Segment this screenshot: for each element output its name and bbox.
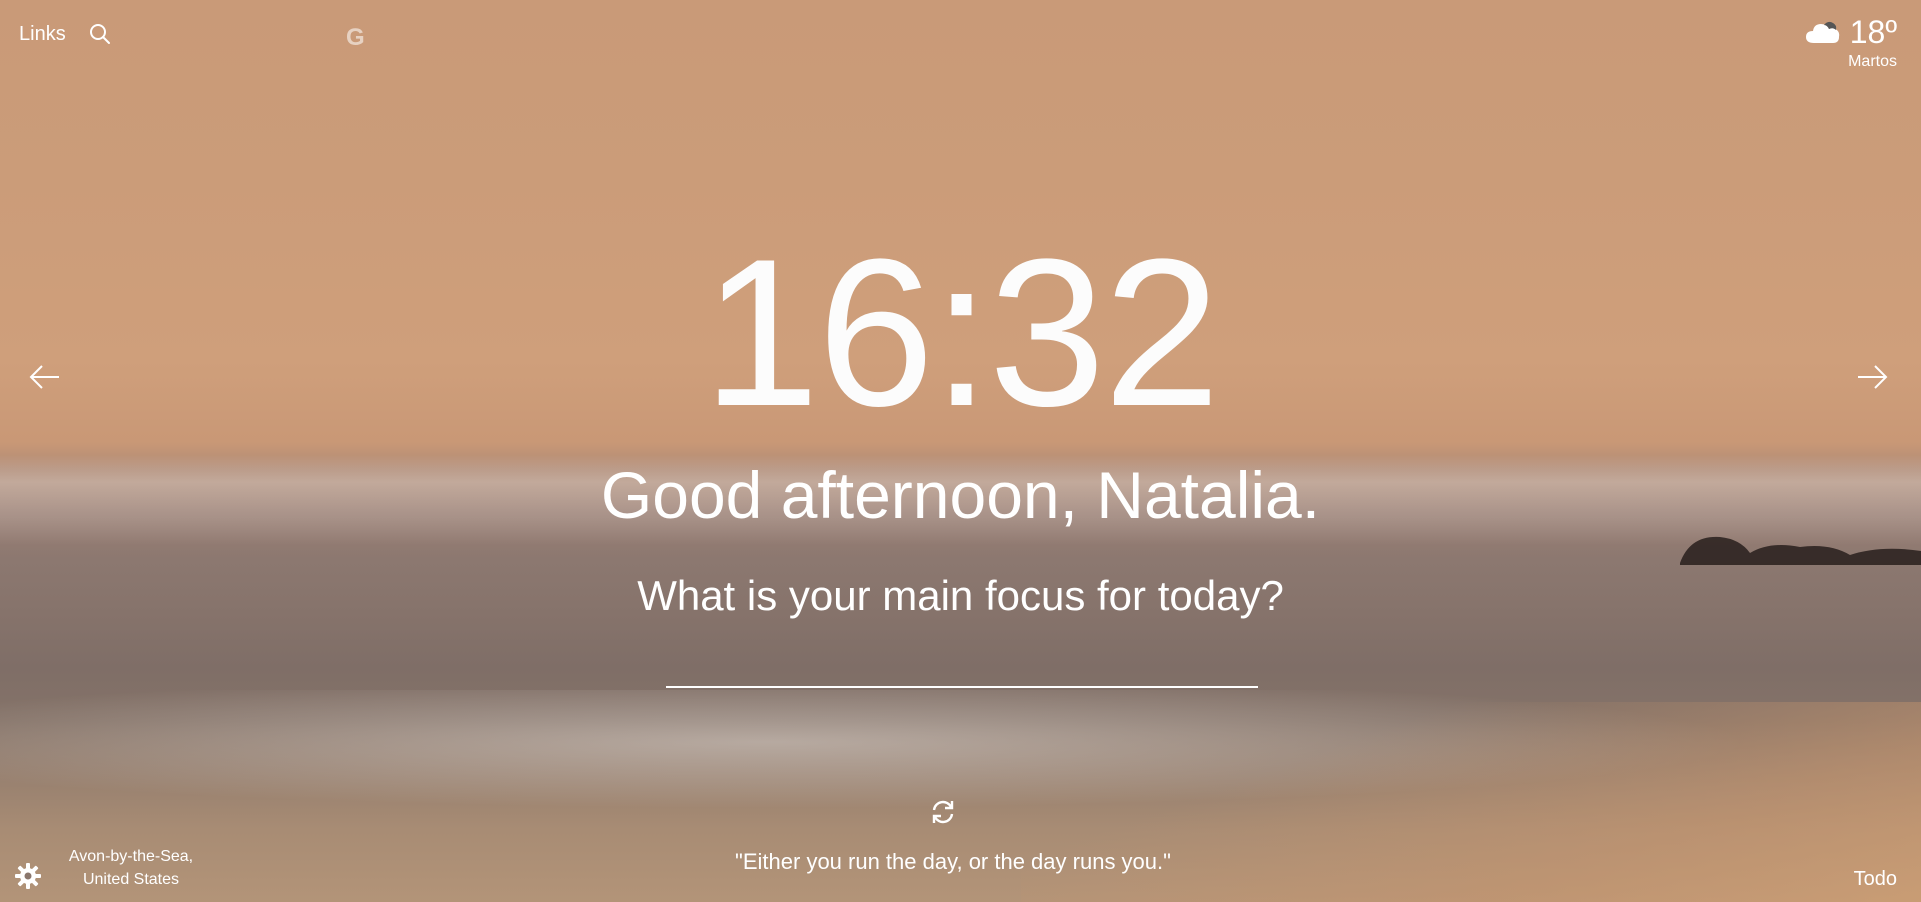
quote-text: "Either you run the day, or the day runs…	[735, 849, 1171, 874]
arrow-right-icon[interactable]	[1855, 362, 1889, 392]
photo-location-line2: United States	[82, 871, 180, 888]
links-button[interactable]: Links	[19, 23, 66, 46]
gear-icon[interactable]	[14, 862, 42, 890]
weather-temperature: 18º	[1849, 14, 1897, 50]
arrow-left-icon[interactable]	[28, 362, 62, 392]
cloud-icon	[1805, 21, 1839, 43]
refresh-icon[interactable]	[928, 797, 958, 827]
todo-button[interactable]: Todo	[1854, 868, 1897, 891]
topbar-left: Links	[19, 22, 112, 46]
clock: 16:32	[702, 215, 1221, 450]
search-icon[interactable]	[88, 22, 112, 46]
google-icon[interactable]: G	[346, 24, 365, 52]
greeting: Good afternoon, Natalia.	[600, 458, 1321, 532]
focus-input[interactable]	[666, 640, 1258, 688]
background-rocks	[1680, 536, 1921, 565]
weather-widget[interactable]: 18º Martos	[1804, 14, 1897, 71]
photo-location-line1: Avon-by-the-Sea,	[68, 848, 194, 865]
focus-question: What is your main focus for today?	[637, 572, 1284, 619]
weather-location: Martos	[1848, 53, 1897, 70]
photo-location[interactable]: Avon-by-the-Sea, United States	[58, 845, 204, 891]
